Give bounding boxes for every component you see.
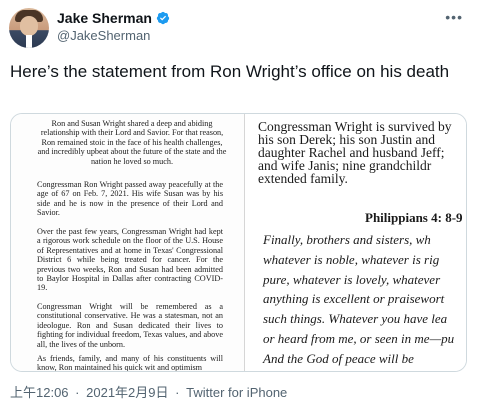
verse-title: Philippians 4: 8-9 bbox=[365, 210, 463, 225]
author-avatar[interactable] bbox=[9, 8, 49, 48]
avatar-face bbox=[20, 16, 38, 36]
tweet-card: Jake Sherman @JakeSherman ••• Here’s the… bbox=[0, 0, 477, 403]
verse-line: such things. Whatever you have lea bbox=[263, 311, 448, 327]
author-name-row[interactable]: Jake Sherman bbox=[57, 10, 170, 26]
tweet-meta: 上午12:06 · 2021年2月9日 · Twitter for iPhone bbox=[10, 382, 287, 401]
survived-by-text: Congressman Wright is survived by his so… bbox=[258, 120, 466, 186]
statement-page-right: Congressman Wright is survived by his so… bbox=[245, 114, 466, 371]
author-name[interactable]: Jake Sherman bbox=[57, 10, 152, 26]
statement-paragraph: Congressman Ron Wright passed away peace… bbox=[37, 180, 223, 218]
statement-paragraph: Congressman Wright will be remembered as… bbox=[37, 302, 223, 349]
tweet-source[interactable]: Twitter for iPhone bbox=[186, 385, 287, 400]
author-handle[interactable]: @JakeSherman bbox=[57, 28, 150, 43]
tweet-media-image[interactable]: Ron and Susan Wright shared a deep and a… bbox=[10, 113, 467, 372]
meta-separator: · bbox=[175, 385, 180, 400]
survived-line: extended family. bbox=[258, 171, 348, 186]
avatar-collar bbox=[26, 35, 32, 48]
statement-paragraph: As friends, family, and many of his cons… bbox=[37, 354, 223, 371]
verse-line: or heard from me, or seen in me—pu bbox=[263, 330, 455, 346]
verse-line: Finally, brothers and sisters, wh bbox=[263, 232, 431, 247]
verse-text: Finally, brothers and sisters, wh whatev… bbox=[263, 230, 454, 369]
statement-page-left: Ron and Susan Wright shared a deep and a… bbox=[11, 114, 245, 371]
verified-badge-icon bbox=[156, 11, 170, 25]
tweet-text: Here’s the statement from Ron Wright’s o… bbox=[10, 62, 450, 81]
verse-line: And the God of peace will be bbox=[263, 350, 414, 366]
tweet-time[interactable]: 上午12:06 bbox=[10, 385, 69, 400]
statement-paragraph: Over the past few years, Congressman Wri… bbox=[37, 227, 223, 293]
verse-line: whatever is noble, whatever is rig bbox=[263, 251, 440, 267]
meta-separator: · bbox=[75, 385, 80, 400]
verse-line: anything is excellent or praisewort bbox=[263, 291, 445, 307]
verse-line: pure, whatever is lovely, whatever bbox=[263, 271, 441, 287]
statement-paragraph: Ron and Susan Wright shared a deep and a… bbox=[37, 119, 227, 166]
more-horizontal-icon[interactable]: ••• bbox=[445, 9, 463, 25]
tweet-date[interactable]: 2021年2月9日 bbox=[86, 385, 168, 400]
